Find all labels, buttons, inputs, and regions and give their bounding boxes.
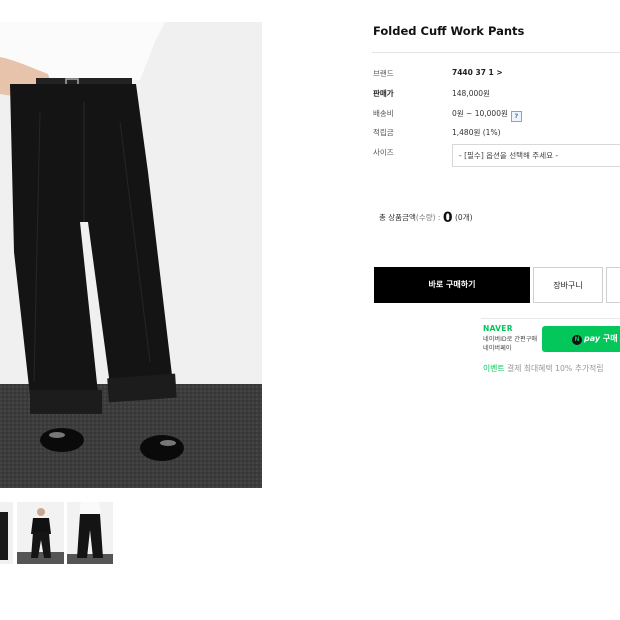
thumbnail-3[interactable]	[67, 502, 113, 564]
total-value: 0	[442, 210, 453, 226]
event-highlight: 이벤트	[483, 364, 505, 373]
price-label: 판매가	[373, 89, 394, 98]
brand-link-text[interactable]: 7440 37 1 >	[452, 68, 503, 77]
add-to-cart-button[interactable]: 장바구니	[533, 267, 603, 303]
naver-description: 네이버ID로 간편구매 네이버페이	[483, 335, 543, 353]
naver-pay-button[interactable]: Npay 구매	[542, 326, 620, 352]
naver-pay-label: pay	[584, 334, 601, 343]
naver-event-banner[interactable]: 이벤트 결제 최대혜택 10% 추가적립	[483, 363, 604, 374]
question-mark-icon[interactable]: ?	[510, 111, 522, 122]
shipping-row: 0원 ~ 10,000원?	[452, 108, 522, 122]
price-value: 148,000원	[452, 89, 490, 98]
wishlist-button[interactable]	[606, 267, 620, 303]
naver-pay-icon: N	[572, 335, 582, 345]
event-text: 결제 최대혜택 10% 추가적립	[507, 364, 604, 373]
naver-desc-line1: 네이버ID로 간편구매	[483, 336, 538, 343]
thumbnail-2[interactable]	[17, 502, 64, 564]
naver-desc-line2: 네이버페이	[483, 345, 512, 352]
brand-link[interactable]: 7440 37 1 >	[452, 68, 503, 77]
shipping-label: 배송비	[373, 109, 394, 118]
size-label: 사이즈	[373, 148, 394, 157]
size-select[interactable]: - [필수] 옵션을 선택해 주세요 -	[452, 144, 620, 167]
total-count: (0개)	[455, 213, 473, 222]
naver-logo: NAVER	[483, 324, 513, 333]
buy-now-button[interactable]: 바로 구매하기	[374, 267, 530, 303]
points-label: 적립금	[373, 128, 394, 137]
brand-label: 브랜드	[373, 69, 394, 78]
total-label: 총 상품금액	[379, 213, 416, 222]
points-value: 1,480원 (1%)	[452, 128, 501, 137]
product-title: Folded Cuff Work Pants	[373, 24, 525, 38]
product-main-image	[0, 22, 262, 488]
naver-pay-action: 구매	[602, 334, 618, 343]
naver-pay-divider	[481, 318, 620, 319]
divider	[372, 52, 620, 53]
total-amount: 총 상품금액(수량) : 0 (0개)	[379, 210, 473, 226]
thumbnail-1[interactable]	[0, 502, 13, 564]
shipping-value: 0원 ~ 10,000원	[452, 109, 508, 118]
total-qty-label: (수량) :	[415, 213, 441, 222]
